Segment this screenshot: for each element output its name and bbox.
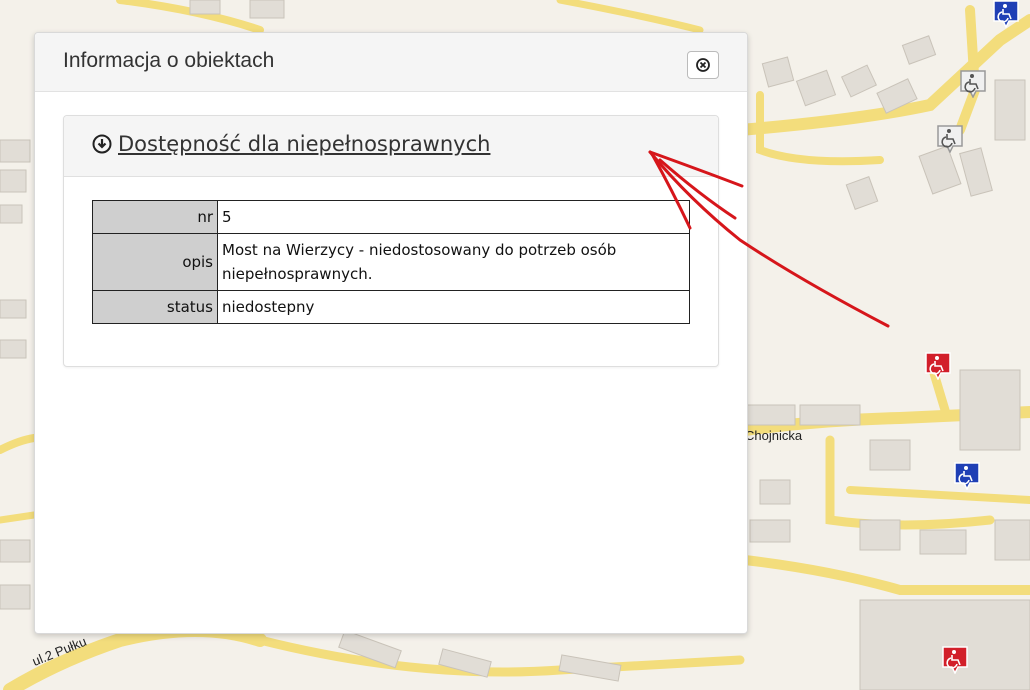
accessibility-section: Dostępność dla niepełnosprawnych nr 5 op… [63, 115, 719, 367]
panel-header: Informacja o obiektach [35, 33, 747, 92]
collapse-down-icon [92, 134, 112, 154]
table-row: status niedostepny [92, 290, 690, 324]
close-circle-icon [696, 58, 710, 72]
wheelchair-icon[interactable] [942, 646, 968, 675]
object-info-panel: Informacja o obiektach Dostępność dla ni… [34, 32, 748, 634]
table-row: nr 5 [92, 200, 690, 234]
info-table: nr 5 opis Most na Wierzycy - niedostosow… [92, 200, 690, 324]
row-key: opis [92, 233, 218, 291]
accessibility-toggle-link[interactable]: Dostępność dla niepełnosprawnych [92, 132, 490, 156]
wheelchair-icon[interactable] [993, 0, 1019, 29]
close-button[interactable] [687, 51, 719, 79]
panel-title: Informacja o obiektach [63, 49, 275, 72]
street-label-chojnicka: Chojnicka [745, 428, 803, 443]
wheelchair-icon[interactable] [954, 462, 980, 491]
row-value: 5 [217, 200, 690, 234]
row-key: nr [92, 200, 218, 234]
wheelchair-icon[interactable] [960, 70, 986, 99]
row-key: status [92, 290, 218, 324]
section-title: Dostępność dla niepełnosprawnych [118, 132, 491, 156]
wheelchair-icon[interactable] [925, 352, 951, 381]
table-row: opis Most na Wierzycy - niedostosowany d… [92, 233, 690, 291]
wheelchair-icon[interactable] [937, 125, 963, 154]
row-value: Most na Wierzycy - niedostosowany do pot… [217, 233, 690, 291]
section-header: Dostępność dla niepełnosprawnych [64, 116, 718, 177]
row-value: niedostepny [217, 290, 690, 324]
